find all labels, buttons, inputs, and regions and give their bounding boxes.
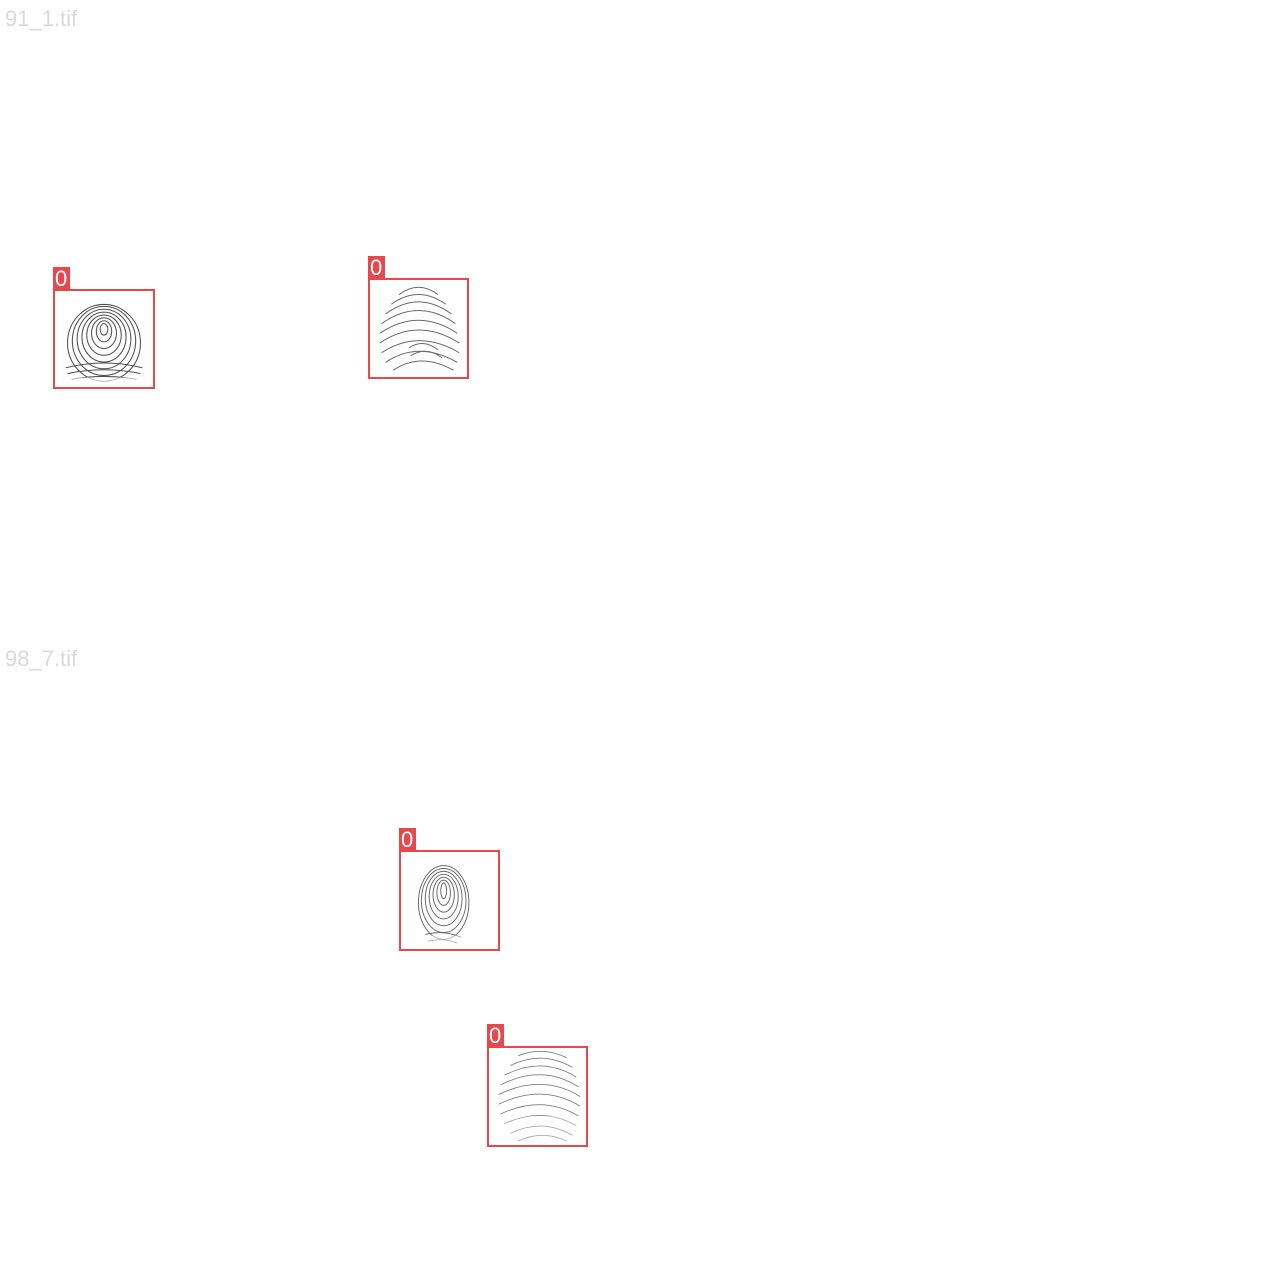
detection-class-label: 0 — [368, 256, 385, 280]
detection-class-label: 0 — [399, 828, 416, 852]
detection-class-label: 0 — [53, 267, 70, 291]
image-filename: 91_1.tif — [5, 6, 78, 31]
detection-box[interactable]: 0 — [487, 1024, 588, 1147]
detection-box[interactable]: 0 — [399, 828, 500, 951]
fingerprint-image — [56, 303, 152, 387]
fingerprint-image — [401, 865, 498, 949]
image-filename: 98_7.tif — [5, 646, 78, 671]
detection-box[interactable]: 0 — [53, 267, 155, 389]
image-panel: 98_7.tif 0 0 — [0, 640, 1280, 1280]
fingerprint-image — [379, 286, 460, 371]
image-panel: 91_1.tif 0 0 — [0, 0, 1280, 640]
detection-visualization: 91_1.tif 0 0 98_7.tif 0 0 — [0, 0, 1280, 1280]
detection-box[interactable]: 0 — [368, 256, 469, 379]
detection-class-label: 0 — [487, 1024, 504, 1048]
fingerprint-image — [489, 1050, 586, 1145]
